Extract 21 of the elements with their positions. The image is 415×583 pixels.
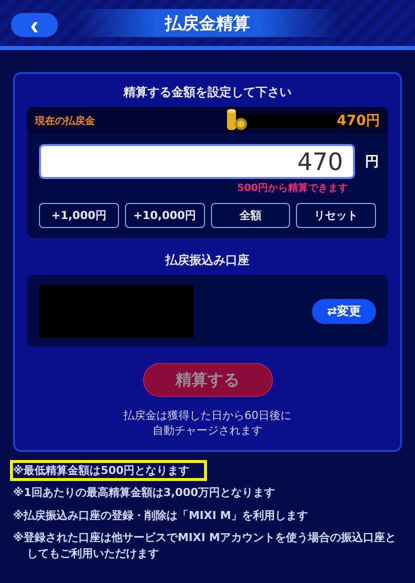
auto-charge-note: 払戻金は獲得した日から60日後に xyxy=(124,409,292,424)
note-text: ※1回あたりの最高精算金額は3,000万円となります xyxy=(12,485,276,502)
coins-icon xyxy=(226,108,248,132)
balance-label: 現在の払戻金 xyxy=(35,114,96,128)
section-heading: 精算する金額を設定して下さい xyxy=(124,84,292,101)
note-text: ※最低精算金額は500円となります xyxy=(10,460,207,482)
change-button[interactable]: ⇄変更 xyxy=(312,298,376,324)
balance-amount: 470円 xyxy=(336,112,380,130)
currency-unit: 円 xyxy=(365,152,379,170)
section-heading: 払戻振込み口座 xyxy=(166,252,250,269)
screen-title: 払戻金精算 xyxy=(165,12,250,34)
back-button[interactable]: ‹ xyxy=(11,13,58,37)
minimum-warning: 500円から精算できます xyxy=(236,182,348,195)
amount-button[interactable]: リセット xyxy=(296,203,376,228)
amount-input[interactable]: 470 xyxy=(39,144,355,179)
note-text: ※払戻振込み口座の登録・削除は「MIXI M」を利用します xyxy=(12,508,310,524)
amount-button[interactable]: +1,000円 xyxy=(39,203,119,228)
amount-button[interactable]: +10,000円 xyxy=(124,203,204,228)
amount-button[interactable]: 全額 xyxy=(210,203,290,228)
auto-charge-note: 自動チャージされます xyxy=(152,424,262,439)
note-text: ※登録された口座は他サービスでMIXI Mアカウントを使う場合の振込口座としてもご利用いただけます xyxy=(12,530,398,562)
